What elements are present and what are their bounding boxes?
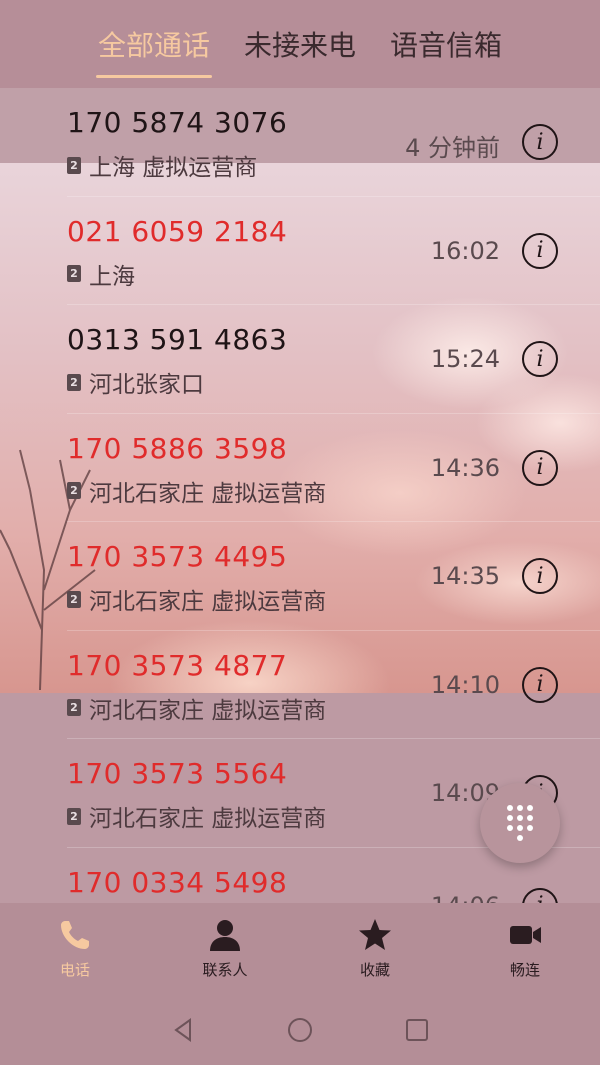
nav-label: 电话 <box>59 961 90 979</box>
video-icon <box>510 926 541 944</box>
phone-icon <box>61 921 89 949</box>
recents-icon[interactable] <box>404 1017 430 1043</box>
call-location: 2 上海 虚拟运营商 <box>67 148 257 182</box>
call-location: 2 河北石家庄 虚拟运营商 <box>67 691 326 725</box>
call-number: 170 3573 4877 <box>67 648 288 682</box>
tab-missed-calls[interactable]: 未接来电 <box>242 24 358 64</box>
call-time: 14:10 <box>430 670 500 699</box>
location-text: 上海 虚拟运营商 <box>89 155 258 181</box>
tab-all-calls[interactable]: 全部通话 <box>95 24 213 78</box>
call-number: 021 6059 2184 <box>67 214 288 248</box>
location-text: 河北石家庄 虚拟运营商 <box>89 480 327 507</box>
bottom-navigation: 电话 联系人 收藏 畅连 <box>0 903 600 995</box>
sim2-icon: 2 <box>67 373 81 391</box>
call-tabs: 全部通话 未接来电 语音信箱 <box>0 0 600 88</box>
tab-voicemail[interactable]: 语音信箱 <box>388 24 504 64</box>
info-icon[interactable]: i <box>522 341 558 377</box>
location-text: 上海 <box>89 263 135 290</box>
call-row[interactable]: 170 5886 3598 2 河北石家庄 虚拟运营商 14:36 i <box>0 414 600 523</box>
call-number: 170 3573 5564 <box>67 757 288 790</box>
call-row[interactable]: 170 3573 4495 2 河北石家庄 虚拟运营商 14:35 i <box>0 522 600 631</box>
nav-favorites[interactable]: 收藏 <box>300 903 450 995</box>
info-icon[interactable]: i <box>522 124 558 160</box>
star-icon <box>359 919 391 950</box>
call-location: 2 上海 <box>67 257 135 291</box>
home-icon[interactable] <box>286 1016 314 1044</box>
info-icon[interactable]: i <box>522 232 558 269</box>
call-row[interactable]: 021 6059 2184 2 上海 16:02 i <box>0 197 600 306</box>
info-icon[interactable]: i <box>522 666 558 703</box>
call-number: 170 5874 3076 <box>67 106 288 139</box>
nav-label: 收藏 <box>359 961 390 979</box>
nav-label: 联系人 <box>202 961 248 979</box>
call-location: 2 河北石家庄 虚拟运营商 <box>67 474 326 508</box>
location-text: 河北石家庄 虚拟运营商 <box>89 806 327 832</box>
call-time: 16:02 <box>430 236 500 265</box>
dialpad-button[interactable] <box>480 783 560 863</box>
call-time: 14:36 <box>430 453 500 482</box>
dialpad-icon <box>507 805 533 841</box>
nav-phone[interactable]: 电话 <box>0 903 150 995</box>
location-text: 河北石家庄 虚拟运营商 <box>89 697 327 724</box>
call-location: 2 河北张家口 <box>67 365 204 399</box>
nav-contacts[interactable]: 联系人 <box>150 903 300 995</box>
sim2-icon: 2 <box>67 590 81 608</box>
system-navigation-bar <box>0 995 600 1065</box>
sim2-icon: 2 <box>67 265 81 282</box>
call-time: 4 分钟前 <box>405 134 500 162</box>
location-text: 河北石家庄 虚拟运营商 <box>89 589 327 615</box>
call-location: 2 河北石家庄 虚拟运营商 <box>67 799 326 833</box>
contact-icon <box>210 920 240 951</box>
nav-label: 畅连 <box>509 961 540 979</box>
nav-meetime[interactable]: 畅连 <box>450 903 600 995</box>
sim2-icon: 2 <box>67 807 81 825</box>
sim2-icon: 2 <box>67 482 81 499</box>
sim2-icon: 2 <box>67 699 81 716</box>
call-number: 170 5886 3598 <box>67 431 288 465</box>
call-row[interactable]: 170 5874 3076 2 上海 虚拟运营商 4 分钟前 i <box>0 88 600 197</box>
location-text: 河北张家口 <box>89 372 204 398</box>
back-icon[interactable] <box>170 1017 196 1043</box>
call-number: 170 3573 4495 <box>67 540 288 573</box>
call-number: 170 0334 5498 <box>67 865 288 899</box>
call-number: 0313 591 4863 <box>67 323 288 356</box>
call-time: 14:35 <box>430 562 500 590</box>
call-location: 2 河北石家庄 虚拟运营商 <box>67 582 326 616</box>
info-icon[interactable]: i <box>522 449 558 486</box>
info-icon[interactable]: i <box>522 558 558 594</box>
call-row[interactable]: 0313 591 4863 2 河北张家口 15:24 i <box>0 305 600 414</box>
call-time: 15:24 <box>430 345 500 373</box>
call-row[interactable]: 170 3573 4877 2 河北石家庄 虚拟运营商 14:10 i <box>0 631 600 740</box>
sim2-icon: 2 <box>67 156 81 174</box>
